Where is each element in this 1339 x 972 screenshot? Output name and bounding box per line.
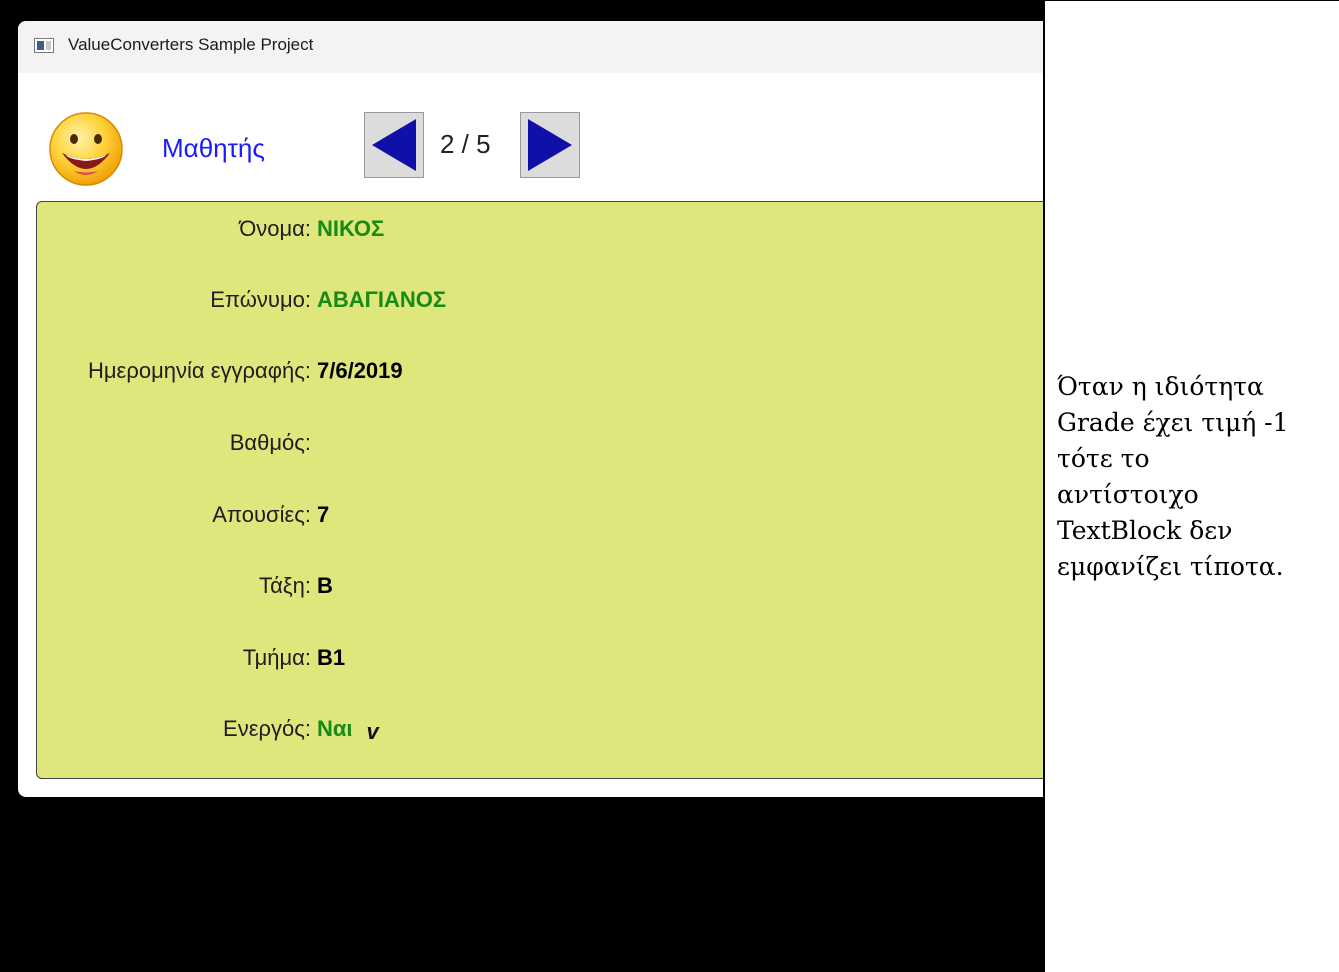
first-name-label: Όνομα: [239, 216, 311, 241]
section-label: Τμήμα: [242, 645, 311, 670]
annotation-line: εμφανίζει τίποτα. [1057, 552, 1284, 581]
student-details-panel: Όνομα: ΝΙΚΟΣ Επώνυμο: ΑΒΑΓΙΑΝΟΣ Ημερομην… [36, 201, 1043, 779]
section-title: Μαθητής [162, 133, 265, 163]
active-label: Ενεργός: [223, 716, 311, 741]
annotation-line: Grade έχει τιμή -1 [1057, 408, 1289, 437]
smiley-face-icon [49, 112, 123, 186]
field-row-grade: Βαθμός: [37, 426, 317, 460]
field-row-first-name: Όνομα: ΝΙΚΟΣ [37, 212, 384, 246]
class-value: Β [317, 573, 333, 598]
field-row-last-name: Επώνυμο: ΑΒΑΓΙΑΝΟΣ [37, 283, 446, 317]
grade-label: Βαθμός: [229, 430, 311, 455]
annotation-line: TextBlock δεν [1057, 516, 1233, 545]
field-row-active: Ενεργός: Ναι v [37, 712, 379, 746]
window-title: ValueConverters Sample Project [68, 35, 314, 54]
first-name-value: ΝΙΚΟΣ [317, 216, 385, 241]
annotation-text: Όταν η ιδιότητα Grade έχει τιμή -1 τότε … [1057, 369, 1337, 585]
last-name-label: Επώνυμο: [210, 287, 311, 312]
annotation-line: Όταν η ιδιότητα [1057, 372, 1264, 401]
page-counter: 2 / 5 [440, 129, 491, 159]
annotation-line: τότε το [1057, 444, 1150, 473]
field-row-section: Τμήμα: Β1 [37, 641, 345, 675]
previous-button[interactable] [364, 112, 424, 178]
next-button[interactable] [520, 112, 580, 178]
active-value: Ναι [317, 716, 353, 741]
app-window-icon [34, 38, 54, 53]
absences-value: 7 [317, 502, 330, 527]
field-row-absences: Απουσίες: 7 [37, 498, 329, 532]
annotation-panel: Όταν η ιδιότητα Grade έχει τιμή -1 τότε … [1043, 0, 1339, 972]
absences-label: Απουσίες: [212, 502, 311, 527]
title-bar: ValueConverters Sample Project [18, 21, 1043, 73]
last-name-value: ΑΒΑΓΙΑΝΟΣ [317, 287, 447, 312]
app-window: ValueConverters Sample Project Μαθητής 2… [18, 21, 1043, 797]
triangle-right-icon [528, 119, 572, 171]
field-row-enrollment-date: Ημερομηνία εγγραφής: 7/6/2019 [37, 354, 403, 388]
annotation-line: αντίστοιχο [1057, 480, 1199, 509]
field-row-class: Τάξη: Β [37, 569, 333, 603]
enrollment-date-value: 7/6/2019 [317, 358, 403, 383]
class-label: Τάξη: [259, 573, 311, 598]
triangle-left-icon [372, 119, 416, 171]
enrollment-date-label: Ημερομηνία εγγραφής: [87, 358, 311, 383]
section-value: Β1 [317, 645, 346, 670]
checkmark-icon: v [366, 719, 379, 744]
